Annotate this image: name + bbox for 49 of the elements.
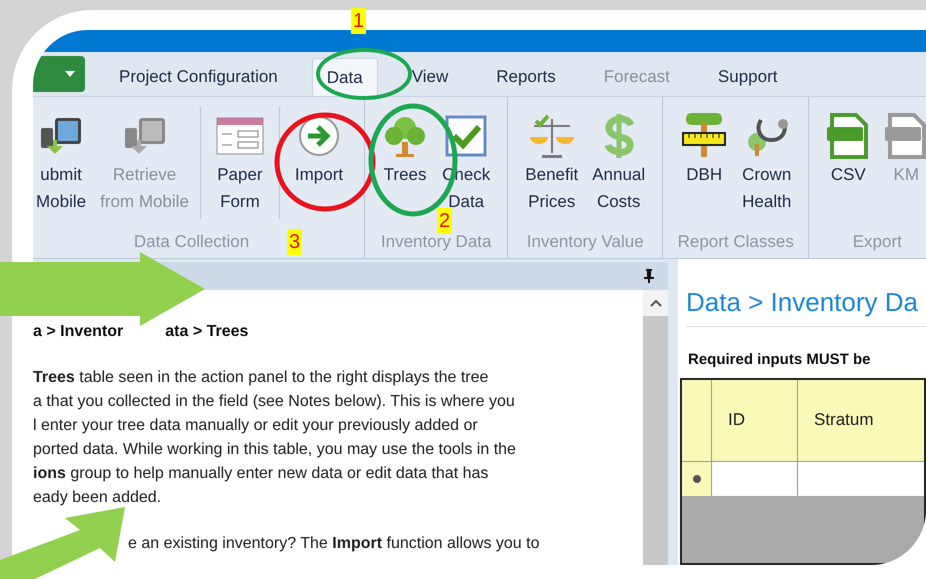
new-row-icon [692, 474, 700, 482]
required-notice: Required inputs MUST be [688, 350, 872, 370]
ribbon-button[interactable]: Paper Form [210, 107, 269, 218]
group-label: Report Classes [678, 230, 794, 252]
ribbon-button[interactable]: CSV [821, 107, 876, 218]
column-header: Stratum [798, 380, 926, 460]
group-label: Export [852, 230, 902, 252]
tablet-upload-icon [39, 116, 84, 156]
help-heading: a > Inventor [33, 322, 124, 342]
ribbon-button[interactable]: Benefit Prices [520, 107, 584, 218]
ribbon-button[interactable]: DBH [675, 107, 734, 218]
ribbon-tab[interactable]: Support [704, 58, 792, 96]
scrollbar[interactable] [643, 290, 668, 565]
ribbon-tab[interactable]: Reports [482, 58, 570, 96]
help-text-line: ions group to help manually enter new data or edit data that has [33, 464, 490, 484]
help-text-line: e an existing inventory? The Import function allows you to [128, 534, 540, 554]
app-menu-button[interactable] [33, 56, 85, 92]
ribbon-button[interactable]: Crown Health [737, 107, 796, 218]
help-text-line: Trees table seen in the action panel to the right displays the tree [33, 368, 490, 388]
ribbon-tab[interactable]: View [398, 58, 462, 96]
step-label: 2 [437, 208, 452, 234]
scroll-up-icon[interactable] [650, 299, 662, 307]
ribbon-button[interactable]: Trees [377, 107, 434, 218]
ribbon-button[interactable]: ubmit Mobile [33, 107, 92, 218]
help-text-line: eady been added. [33, 488, 162, 508]
help-text-line: a that you collected in the field (see Notes below). This is where you [33, 392, 516, 412]
kml-file-icon [884, 113, 926, 159]
tablet-download-icon [122, 116, 166, 156]
group-label: Inventory Value [526, 230, 644, 252]
form-icon [216, 116, 264, 156]
column-header: ID [712, 380, 798, 460]
ribbon-tab[interactable]: Data [312, 58, 378, 96]
ribbon-tab[interactable]: Project Configuration [105, 58, 292, 96]
caret-icon [65, 71, 75, 77]
arrow-circle-icon [298, 115, 340, 157]
scales-icon [528, 113, 576, 159]
help-text-line: l enter your tree data manually or edit your previously added or [33, 416, 479, 436]
pin-icon[interactable] [644, 269, 654, 283]
step-label: 1 [351, 8, 366, 34]
group-label: Data Collection [134, 230, 250, 252]
step-label: 3 [287, 229, 302, 255]
help-text-line: ported data. While working in this table, you may use the tools in the [33, 440, 517, 460]
checkbox-icon [445, 115, 488, 157]
ribbon-button[interactable]: Annual Costs [587, 107, 650, 218]
panel-title: Data > Inventory Da [686, 283, 926, 327]
ribbon-button[interactable]: Import [290, 107, 348, 218]
csv-file-icon [826, 113, 870, 159]
tree-ruler-icon [680, 113, 728, 159]
help-heading: ata > Trees [165, 322, 248, 342]
